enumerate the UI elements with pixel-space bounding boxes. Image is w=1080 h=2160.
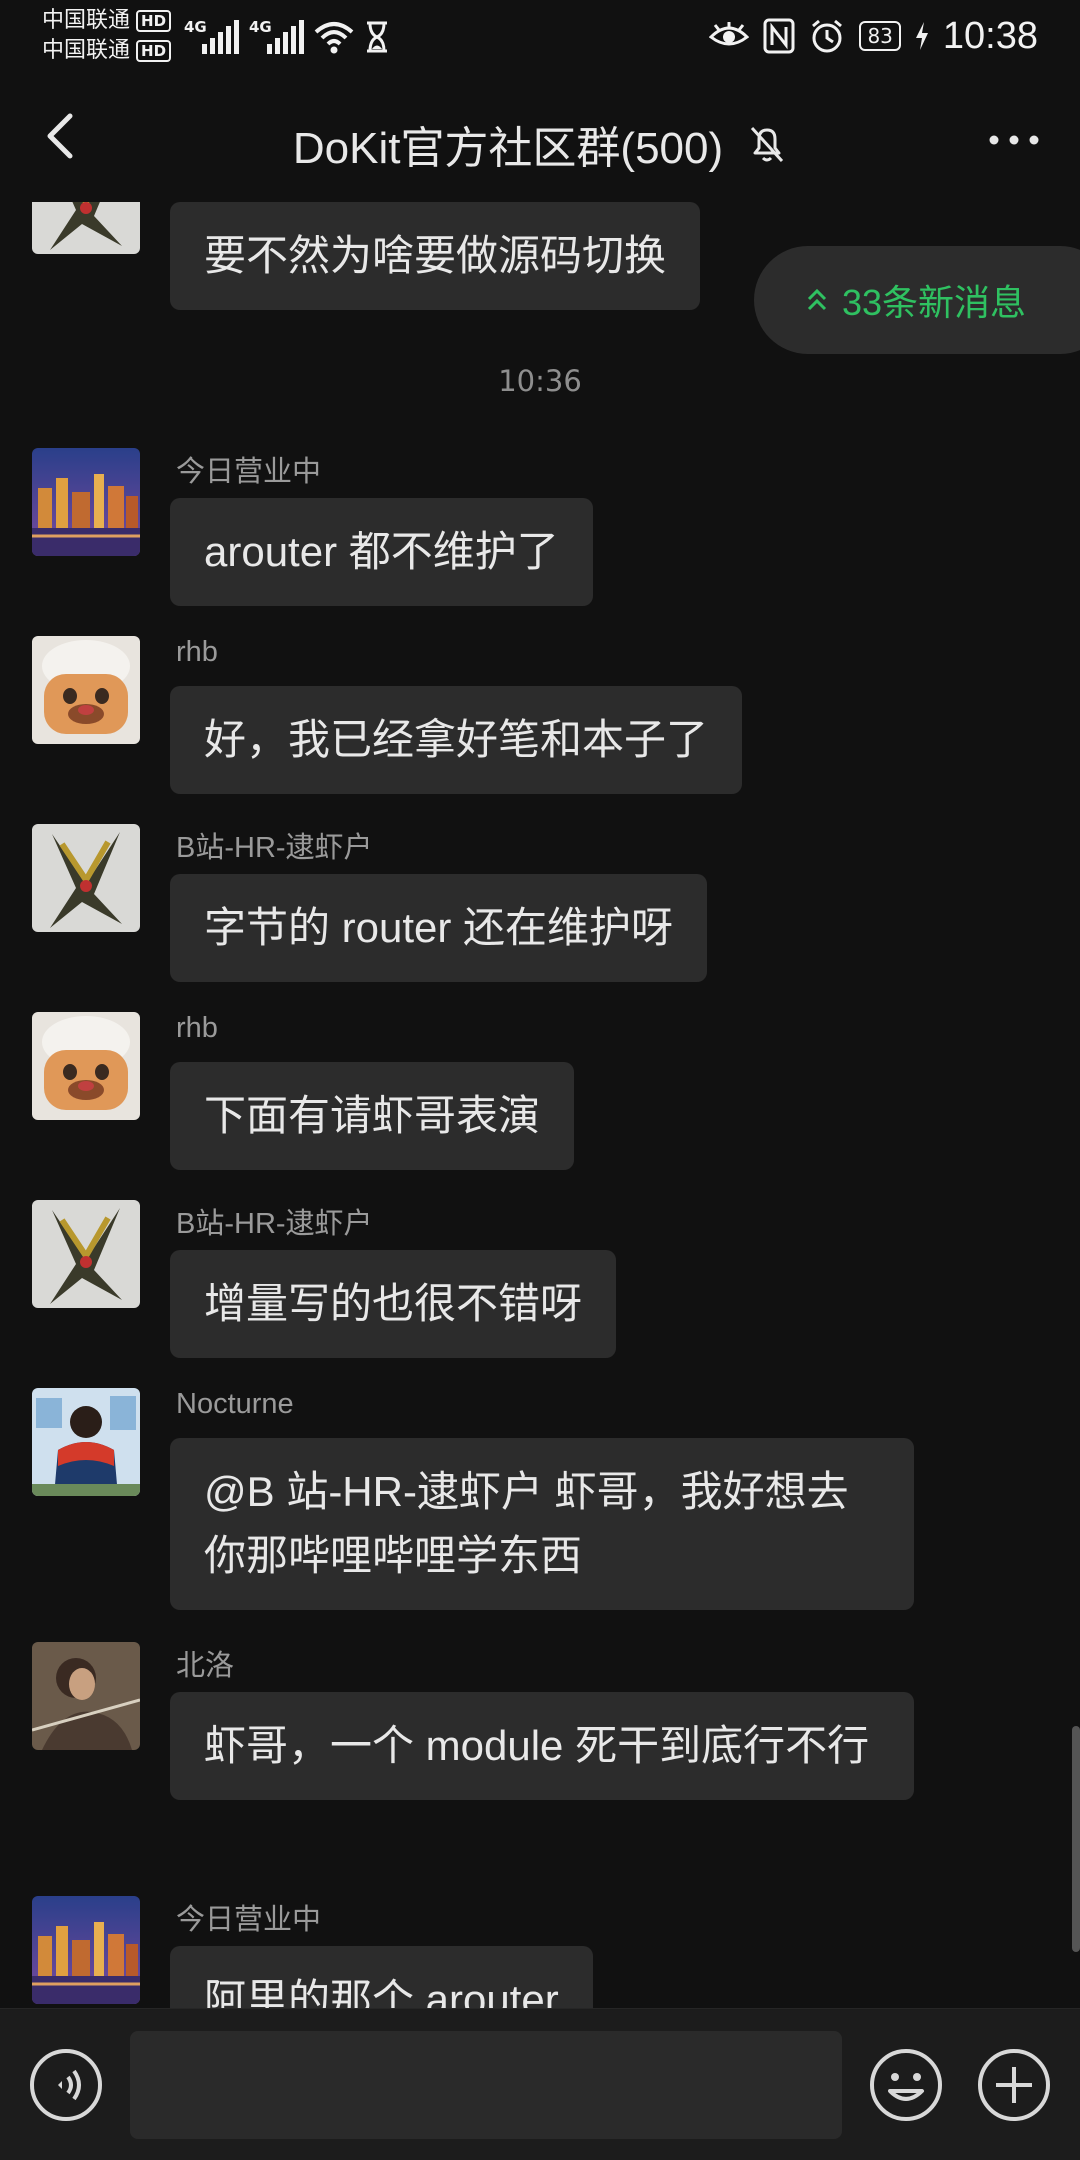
sender-name: rhb [176, 1012, 218, 1044]
sender-name: 今日营业中 [176, 1904, 322, 1936]
sender-name: 今日营业中 [176, 456, 322, 488]
avatar-mecha[interactable] [32, 824, 140, 932]
chat-title: DoKit官方社区群(500) [292, 124, 724, 173]
more-functions-button[interactable] [976, 2047, 1052, 2123]
message-bubble[interactable]: arouter 都不维护了 [170, 498, 593, 606]
message-bubble[interactable]: 好，我已经拿好笔和本子了 [170, 686, 743, 794]
message-timestamp: 10:36 [498, 364, 582, 398]
avatar-mecha[interactable] [32, 202, 140, 254]
sender-name: Nocturne [176, 1388, 294, 1420]
signal-icon: 4G [184, 18, 239, 54]
nfc-icon [763, 18, 795, 54]
more-dots-icon [989, 135, 1039, 145]
status-right: 83 10:38 [709, 8, 1038, 64]
message-bubble[interactable]: 虾哥，一个 module 死干到底行不行 [170, 1692, 914, 1800]
message-bubble[interactable]: 下面有请虾哥表演 [170, 1062, 575, 1170]
signal-indicators: 4G 4G [184, 14, 390, 54]
avatar-warrior[interactable] [32, 1642, 140, 1750]
alarm-icon [812, 19, 843, 53]
battery-indicator: 83 [859, 21, 901, 51]
sender-name: B站-HR-逮虾户 [176, 832, 373, 864]
chat-header: DoKit官方社区群(500) [0, 72, 1080, 202]
wifi-icon [314, 22, 354, 54]
sender-name: 北洛 [176, 1650, 235, 1682]
plus-icon [978, 2049, 1050, 2121]
message-bubble[interactable]: 增量写的也很不错呀 [170, 1250, 617, 1358]
carrier-info: 中国联通 HD 中国联通 HD [42, 6, 172, 66]
sender-name: rhb [176, 636, 218, 668]
sender-name: B站-HR-逮虾户 [176, 1208, 373, 1240]
muted-bell-icon [751, 126, 784, 163]
scrollbar[interactable] [1072, 1726, 1080, 1952]
avatar-cartoon[interactable] [32, 636, 140, 744]
new-messages-button[interactable]: 33条新消息 [754, 246, 1080, 354]
message-bubble[interactable]: 字节的 router 还在维护呀 [170, 874, 708, 982]
emoji-button[interactable] [868, 2047, 944, 2123]
carrier-2: 中国联通 [42, 38, 131, 63]
avatar-cityscape[interactable] [32, 1896, 140, 2004]
avatar-cityscape[interactable] [32, 448, 140, 556]
input-bar [0, 2008, 1080, 2160]
hd-badge: HD [136, 10, 172, 32]
message-bubble[interactable]: 要不然为啥要做源码切换 [170, 202, 701, 310]
voice-icon [30, 2049, 102, 2121]
more-options-button[interactable] [986, 120, 1042, 160]
signal-icon: 4G [249, 18, 304, 54]
voice-input-button[interactable] [28, 2047, 104, 2123]
new-messages-label: 33条新消息 [842, 282, 1027, 323]
chat-messages[interactable]: 要不然为啥要做源码切换 33条新消息 10:36 今日营业中 arouter 都… [0, 202, 1080, 2008]
charging-icon [915, 22, 928, 50]
avatar-cartoon[interactable] [32, 1012, 140, 1120]
eye-icon [709, 22, 750, 46]
avatar-mecha[interactable] [32, 1200, 140, 1308]
avatar-person[interactable] [32, 1388, 140, 1496]
chat-title-wrap: DoKit官方社区群(500) [0, 112, 1080, 176]
carrier-1: 中国联通 [42, 8, 131, 33]
smiley-icon [870, 2049, 942, 2121]
hourglass-icon [367, 21, 387, 53]
clock: 10:38 [942, 14, 1038, 57]
double-chevron-up-icon [807, 288, 827, 311]
status-bar: 中国联通 HD 中国联通 HD 4G 4G 83 10:38 [0, 0, 1080, 72]
message-input[interactable] [130, 2031, 842, 2139]
hd-badge: HD [136, 40, 172, 62]
message-bubble[interactable]: 阿里的那个 arouter [170, 1946, 593, 2008]
message-bubble[interactable]: @B 站-HR-逮虾户 虾哥，我好想去你那哔哩哔哩学东西 [170, 1438, 914, 1610]
